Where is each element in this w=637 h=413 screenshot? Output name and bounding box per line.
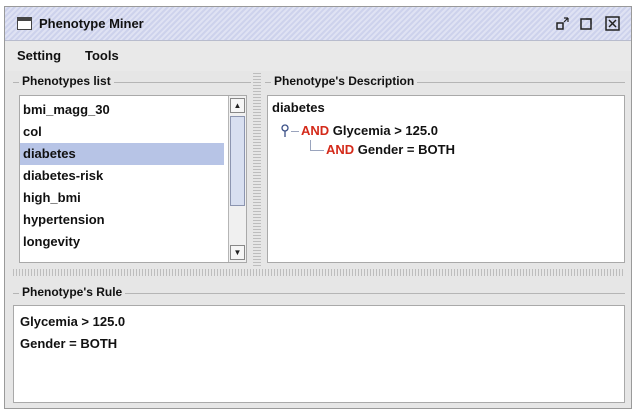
tree-connector	[310, 150, 324, 151]
tree-node[interactable]: AND Glycemia > 125.0	[301, 123, 438, 138]
operator-and: AND	[301, 123, 330, 138]
tree-connector	[291, 131, 299, 132]
tree-root[interactable]: diabetes	[272, 100, 325, 115]
rule-text-area[interactable]: Glycemia > 125.0 Gender = BOTH	[13, 305, 625, 403]
rule-line: Glycemia > 125.0	[20, 314, 126, 329]
condition-text: Glycemia > 125.0	[332, 123, 438, 138]
vertical-splitter[interactable]	[253, 73, 261, 267]
operator-and: AND	[326, 142, 355, 157]
menu-bar: Setting Tools	[5, 41, 631, 71]
minimize-icon[interactable]	[555, 16, 570, 31]
list-panel-title: Phenotypes list	[19, 74, 114, 88]
tree-handle-icon[interactable]	[279, 124, 291, 138]
horizontal-splitter[interactable]	[13, 269, 625, 276]
tree-connector	[310, 140, 311, 150]
menu-setting[interactable]: Setting	[17, 48, 61, 63]
list-item[interactable]: hypertension	[20, 209, 224, 231]
list-item[interactable]: longevity	[20, 231, 224, 253]
description-tree[interactable]: diabetes AND Glycemia > 125.0 AND Gender…	[267, 95, 625, 263]
list-scrollbar[interactable]: ▲ ▼	[228, 96, 246, 262]
list-item[interactable]: bmi_magg_30	[20, 99, 224, 121]
rule-panel-title: Phenotype's Rule	[19, 285, 126, 299]
title-bar[interactable]: Phenotype Miner	[5, 7, 631, 41]
menu-tools[interactable]: Tools	[85, 48, 119, 63]
tree-node[interactable]: AND Gender = BOTH	[326, 142, 455, 157]
maximize-icon[interactable]	[579, 16, 594, 31]
scroll-thumb[interactable]	[230, 116, 245, 206]
description-panel-title: Phenotype's Description	[271, 74, 418, 88]
condition-text: Gender = BOTH	[357, 142, 455, 157]
list-item[interactable]: col	[20, 121, 224, 143]
list-item[interactable]: diabetes-risk	[20, 165, 224, 187]
scroll-down-icon[interactable]: ▼	[230, 245, 245, 260]
window-title: Phenotype Miner	[39, 16, 144, 31]
scroll-up-icon[interactable]: ▲	[230, 98, 245, 113]
app-window: Phenotype Miner Setting Tools Phenotypes…	[4, 6, 632, 409]
list-item-selected[interactable]: diabetes	[20, 143, 224, 165]
list-item[interactable]: high_bmi	[20, 187, 224, 209]
close-icon[interactable]	[605, 16, 620, 31]
rule-line: Gender = BOTH	[20, 336, 118, 351]
window-icon	[17, 17, 32, 30]
phenotypes-list[interactable]: bmi_magg_30 col diabetes diabetes-risk h…	[19, 95, 247, 263]
